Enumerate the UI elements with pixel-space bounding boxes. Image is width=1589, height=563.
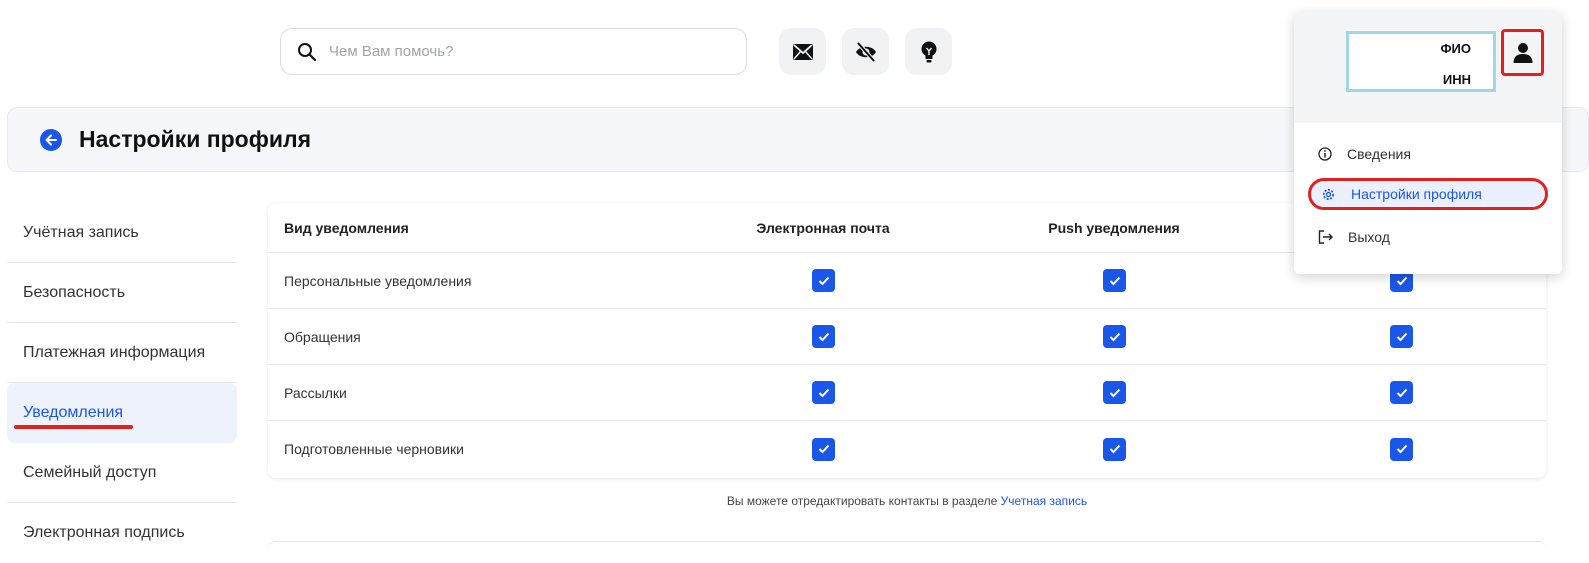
sidebar-item-label: Семейный доступ [23,463,157,481]
eye-off-icon [855,41,876,62]
user-info-box: ФИО ИНН [1346,31,1496,92]
note-text: Вы можете отредактировать контакты в раз… [726,494,998,508]
menu-item-label: Выход [1348,229,1390,245]
tips-button[interactable] [905,28,952,75]
sidebar-item-label: Безопасность [23,283,126,301]
check-icon [1109,444,1120,454]
sidebar-item-label: Электронная подпись [23,524,185,541]
table-row: Рассылки [268,365,1546,421]
row-label: Подготовленные черновики [284,441,464,457]
row-label: Обращения [284,328,361,345]
check-icon [1396,388,1407,397]
menu-item-label: Сведения [1347,146,1411,162]
arrow-left-icon [45,134,57,145]
sidebar-item-security[interactable]: Безопасность [7,263,237,323]
push-checkbox[interactable] [1103,381,1126,404]
row-label: Персональные уведомления [284,272,472,289]
search-box[interactable] [280,28,747,75]
sidebar-item-family-access[interactable]: Семейный доступ [7,443,237,503]
menu-item-details[interactable]: Сведения [1308,138,1548,170]
lightbulb-icon [921,41,936,62]
column-header-type: Вид уведомления [284,219,409,236]
fio-label: ФИО [1440,41,1471,56]
push-checkbox[interactable] [1103,269,1126,292]
user-icon [1513,42,1532,63]
active-highlight-underline [14,425,133,429]
next-section-card [268,541,1546,561]
menu-item-profile-settings[interactable]: Настройки профиля [1308,178,1548,210]
third-channel-checkbox[interactable] [1390,325,1413,348]
table-row: Подготовленные черновики [268,421,1546,477]
contacts-note: Вы можете отредактировать контакты в раз… [268,494,1546,508]
column-header-email: Электронная почта [756,219,890,236]
table-row: Обращения [268,309,1546,365]
check-icon [1396,276,1407,285]
email-checkbox[interactable] [812,325,835,348]
email-checkbox[interactable] [812,437,835,461]
menu-item-label: Настройки профиля [1351,186,1482,202]
back-button[interactable] [40,128,62,151]
sidebar-item-label: Учётная запись [23,223,139,241]
check-icon [1396,444,1407,454]
row-label: Рассылки [284,384,347,401]
check-icon [1109,332,1120,341]
sidebar-item-label: Платежная информация [23,343,206,361]
page-title: Настройки профиля [79,126,312,152]
push-checkbox[interactable] [1103,325,1126,348]
mail-icon [792,43,813,60]
sidebar-item-label: Уведомления [23,404,124,421]
avatar-button[interactable] [1501,29,1544,76]
account-link[interactable]: Учетная запись [1001,494,1087,508]
sidebar-item-account[interactable]: Учётная запись [7,203,237,263]
email-checkbox[interactable] [812,381,835,404]
push-checkbox[interactable] [1103,437,1126,461]
menu-item-logout[interactable]: Выход [1308,221,1548,253]
check-icon [1109,276,1120,285]
profile-dropdown: ФИО ИНН Сведения Настройки профиля Выход [1294,12,1562,274]
inn-label: ИНН [1442,72,1471,87]
check-icon [1396,332,1407,341]
sidebar-item-e-signature[interactable]: Электронная подпись [7,503,237,563]
check-icon [818,332,829,341]
sidebar-item-payment[interactable]: Платежная информация [7,323,237,383]
third-channel-checkbox[interactable] [1390,437,1413,461]
search-icon [298,42,317,61]
visibility-toggle-button[interactable] [842,28,889,75]
info-icon [1318,147,1332,161]
third-channel-checkbox[interactable] [1390,381,1413,404]
dropdown-user-section: ФИО ИНН [1294,12,1562,123]
check-icon [818,388,829,397]
column-header-push: Push уведомления [1048,219,1180,236]
email-checkbox[interactable] [812,269,835,292]
logout-icon [1318,230,1333,244]
sidebar-item-notifications[interactable]: Уведомления [7,383,237,443]
search-input[interactable] [329,43,709,60]
check-icon [1109,388,1120,397]
mail-button[interactable] [779,28,826,75]
check-icon [818,444,829,454]
gear-icon [1322,188,1335,200]
check-icon [818,276,829,285]
